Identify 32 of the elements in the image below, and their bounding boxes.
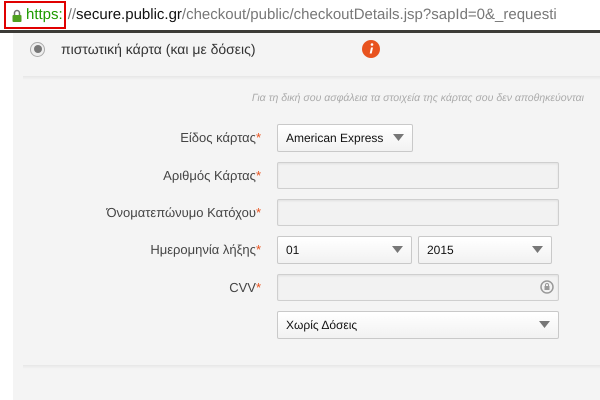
url-path: /checkout/public/checkoutDetails.jsp?sapId=0&_requesti <box>182 4 557 25</box>
caret-icon <box>393 134 404 142</box>
required-mark: * <box>256 166 261 184</box>
field-label: Ημερομηνία λήξης <box>150 241 256 259</box>
caret-icon <box>539 321 550 328</box>
input-field[interactable] <box>277 162 559 189</box>
payment-option-label: πιστωτική κάρτα (και με δόσεις) <box>61 40 257 59</box>
required-mark: * <box>256 241 261 259</box>
padlock-icon <box>12 8 22 22</box>
radio-button[interactable] <box>30 42 45 56</box>
field-label: Είδος κάρτας <box>180 129 256 147</box>
required-mark: * <box>256 129 261 147</box>
month-select[interactable]: 01 <box>277 236 412 264</box>
url-separator: // <box>68 4 76 25</box>
info-icon[interactable] <box>362 40 380 58</box>
caret-icon <box>392 246 403 254</box>
security-note: Για τη δική σου ασφάλεια τα στοιχεία της κάρτας σου δεν αποθηκεύονται <box>252 91 584 106</box>
card-type-select[interactable]: American Express <box>277 124 413 152</box>
cvv-field[interactable] <box>277 274 559 301</box>
address-bar[interactable]: https: //secure.public.gr/checkout/public/checkoutDetails.jsp?sapId=0&_requesti <box>0 0 600 33</box>
installments-select[interactable]: Χωρίς Δόσεις <box>277 310 559 339</box>
required-mark: * <box>256 278 261 296</box>
required-mark: * <box>256 204 261 222</box>
input-field[interactable] <box>277 198 559 226</box>
url-host: secure.public.gr <box>76 4 182 25</box>
lock-icon <box>540 280 554 294</box>
year-select[interactable]: 2015 <box>418 236 552 264</box>
field-label: Όνοματεπώνυμο Κατόχου <box>106 204 256 222</box>
field-label: CVV <box>229 278 256 296</box>
url-scheme: https: <box>26 4 63 25</box>
caret-icon <box>532 246 543 254</box>
field-label: Αριθμός Κάρτας <box>163 166 256 185</box>
